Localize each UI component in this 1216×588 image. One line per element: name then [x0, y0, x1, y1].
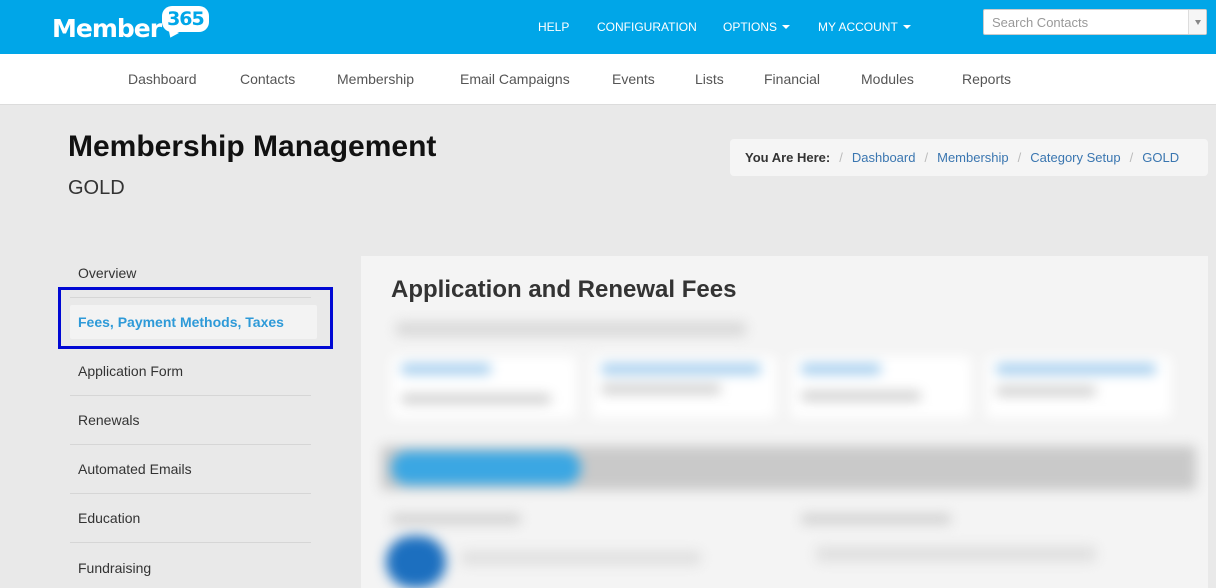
- nav-financial[interactable]: Financial: [764, 71, 820, 87]
- main-nav: Dashboard Contacts Membership Email Camp…: [0, 54, 1216, 105]
- side-menu-automated-emails[interactable]: Automated Emails: [70, 445, 311, 494]
- help-link[interactable]: HELP: [538, 20, 569, 34]
- my-account-label: MY ACCOUNT: [818, 20, 898, 34]
- breadcrumb-dashboard[interactable]: Dashboard: [852, 150, 916, 165]
- member365-logo[interactable]: Member 365: [52, 6, 209, 46]
- side-menu-application-form[interactable]: Application Form: [70, 347, 311, 396]
- my-account-dropdown[interactable]: MY ACCOUNT: [818, 20, 911, 34]
- nav-events[interactable]: Events: [612, 71, 655, 87]
- breadcrumb-category-setup[interactable]: Category Setup: [1030, 150, 1120, 165]
- options-label: OPTIONS: [723, 20, 778, 34]
- nav-reports[interactable]: Reports: [962, 71, 1011, 87]
- side-menu-overview[interactable]: Overview: [70, 249, 311, 298]
- breadcrumb-separator: /: [839, 150, 843, 165]
- side-menu: Overview Fees, Payment Methods, Taxes Ap…: [70, 249, 317, 588]
- side-menu-education[interactable]: Education: [70, 494, 311, 543]
- nav-modules[interactable]: Modules: [861, 71, 914, 87]
- nav-dashboard[interactable]: Dashboard: [128, 71, 197, 87]
- breadcrumb-separator: /: [1129, 150, 1134, 165]
- search-contacts-box[interactable]: [983, 9, 1207, 35]
- caret-down-icon: [782, 25, 791, 29]
- breadcrumb-gold[interactable]: GOLD: [1142, 150, 1179, 165]
- page-title: Membership Management: [68, 130, 437, 163]
- nav-lists[interactable]: Lists: [695, 71, 724, 87]
- content-panel: Application and Renewal Fees: [361, 256, 1208, 588]
- nav-membership[interactable]: Membership: [337, 71, 414, 87]
- nav-contacts[interactable]: Contacts: [240, 71, 295, 87]
- chevron-down-icon: [1194, 19, 1201, 25]
- top-bar: Member 365 HELP CONFIGURATION OPTIONS MY…: [0, 0, 1216, 54]
- breadcrumb: You Are Here: / Dashboard / Membership /…: [730, 139, 1208, 176]
- nav-email-campaigns[interactable]: Email Campaigns: [460, 71, 570, 87]
- caret-down-icon: [902, 25, 911, 29]
- search-dropdown-button[interactable]: [1188, 10, 1206, 34]
- panel-title: Application and Renewal Fees: [391, 276, 737, 303]
- logo-text: Member: [52, 14, 162, 43]
- side-menu-fundraising[interactable]: Fundraising: [70, 543, 311, 588]
- breadcrumb-separator: /: [924, 150, 929, 165]
- side-menu-renewals[interactable]: Renewals: [70, 396, 311, 445]
- breadcrumb-label: You Are Here:: [745, 150, 831, 165]
- side-menu-fees-payment-methods-taxes[interactable]: Fees, Payment Methods, Taxes: [70, 305, 317, 339]
- blurred-content: [361, 256, 1208, 588]
- logo-badge: 365: [162, 6, 209, 32]
- options-dropdown[interactable]: OPTIONS: [723, 20, 791, 34]
- breadcrumb-membership[interactable]: Membership: [937, 150, 1009, 165]
- search-contacts-input[interactable]: [984, 10, 1188, 34]
- breadcrumb-separator: /: [1017, 150, 1022, 165]
- page-subtitle: GOLD: [68, 177, 125, 199]
- configuration-link[interactable]: CONFIGURATION: [597, 20, 697, 34]
